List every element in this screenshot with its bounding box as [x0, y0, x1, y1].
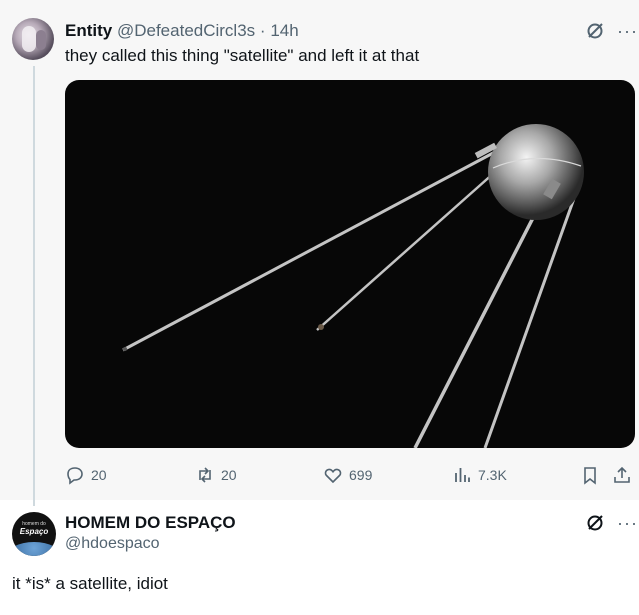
author-name[interactable]: Entity [65, 21, 112, 40]
grok-icon[interactable] [585, 21, 605, 41]
more-icon[interactable]: ··· [617, 513, 638, 533]
satellite-photo [122, 124, 584, 448]
media-image[interactable] [65, 80, 635, 448]
reply-author-name[interactable]: HOMEM DO ESPAÇO [65, 513, 236, 533]
reply-count: 20 [91, 467, 107, 483]
repost-button[interactable]: 20 [195, 465, 237, 485]
tweet-header: Entity @DefeatedCircl3s · 14h [65, 21, 299, 41]
tweet-actions: 20 20 699 7.3K [0, 465, 639, 487]
avatar[interactable] [12, 18, 54, 60]
separator: · [259, 21, 266, 40]
reply-button[interactable]: 20 [65, 465, 107, 485]
avatar-logo-line2: Espaço [19, 527, 49, 536]
tweet-top-actions: ··· [585, 21, 638, 41]
timestamp[interactable]: 14h [270, 21, 298, 40]
reply-top-actions: ··· [585, 513, 638, 533]
views-icon [455, 468, 470, 482]
bookmark-icon [584, 467, 596, 485]
tweet-text: they called this thing "satellite" and l… [65, 46, 420, 65]
like-icon [324, 468, 342, 484]
author-handle[interactable]: @DefeatedCircl3s [117, 21, 255, 40]
reply-avatar[interactable]: homem do Espaço [12, 512, 56, 556]
share-icon [614, 466, 630, 483]
more-icon[interactable]: ··· [617, 21, 638, 41]
thread-line [33, 66, 35, 506]
like-button[interactable]: 699 [323, 465, 372, 485]
reply-icon [67, 467, 83, 485]
like-count: 699 [349, 467, 373, 483]
repost-icon [199, 467, 211, 483]
views-count: 7.3K [478, 467, 507, 483]
bookmark-button[interactable] [580, 465, 600, 485]
views-button[interactable]: 7.3K [452, 465, 507, 485]
grok-icon[interactable] [585, 513, 605, 533]
reply-text: it *is* a satellite, idiot [12, 574, 168, 593]
reply-author-handle[interactable]: @hdoespaco [65, 535, 160, 553]
share-button[interactable] [612, 465, 632, 485]
repost-count: 20 [221, 467, 237, 483]
